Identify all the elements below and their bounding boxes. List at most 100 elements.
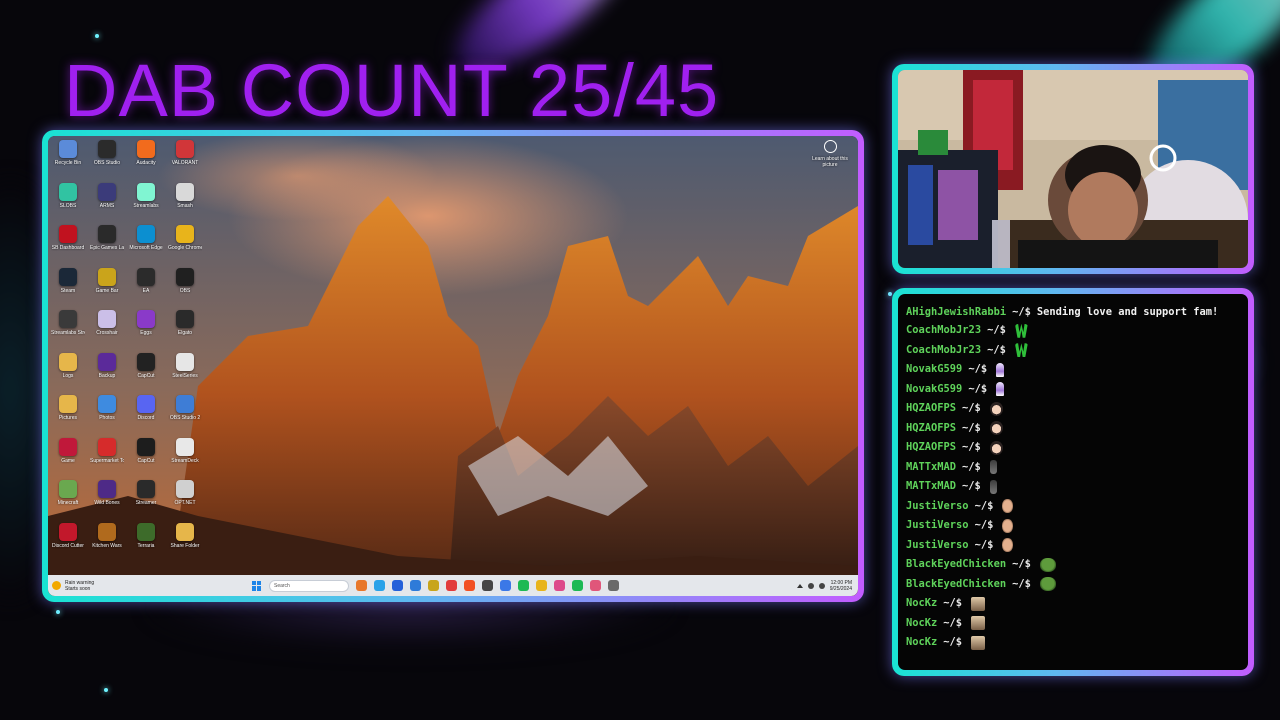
chat-prompt: ~/$: [962, 421, 981, 434]
desktop-icon[interactable]: Steam: [52, 267, 84, 311]
taskbar-app-icon[interactable]: [590, 580, 601, 591]
chat-username[interactable]: HQZAOFPS: [906, 419, 956, 439]
desktop-icon[interactable]: VALORANT: [169, 140, 201, 183]
desktop-icon[interactable]: Discord Cutter: [52, 522, 84, 566]
desktop-icon[interactable]: Audacity: [130, 140, 162, 183]
desktop-icon[interactable]: Recycle Bin: [52, 140, 84, 183]
desktop-icon[interactable]: Minecraft: [52, 480, 84, 523]
weather-widget[interactable]: Rain warning Starts soon: [48, 580, 252, 592]
desktop-icon[interactable]: Epic Games Launcher: [90, 225, 124, 268]
taskbar-app-icon[interactable]: [410, 580, 421, 591]
desktop-icon[interactable]: Photos: [91, 395, 123, 438]
taskbar-clock[interactable]: 12:00 PM 9/25/2024: [830, 580, 852, 592]
chat-message: NocKz ~/$: [906, 633, 1240, 653]
chat-username[interactable]: JustiVerso: [906, 536, 969, 556]
desktop-icon[interactable]: OBS Studio 2: [169, 395, 201, 438]
chat-username[interactable]: AHighJewishRabbi: [906, 306, 1006, 318]
desktop-icon-label: Elgato: [177, 330, 193, 336]
desktop-icon[interactable]: Elgato: [169, 310, 201, 353]
desktop-icon[interactable]: ARMS: [91, 182, 123, 226]
desktop-icon[interactable]: CapCut: [130, 352, 162, 396]
taskbar-app-icon[interactable]: [464, 580, 475, 591]
desktop-icon[interactable]: Share Folder: [169, 522, 201, 566]
desktop-icon[interactable]: SB Dashboard: [52, 225, 84, 268]
desktop-icon[interactable]: Streamlabs: [130, 182, 162, 226]
desktop-icon[interactable]: OBS Studio: [91, 140, 123, 183]
chat-prompt: ~/$: [968, 382, 988, 395]
chat-username[interactable]: JustiVerso: [906, 497, 969, 517]
desktop-icon[interactable]: Streamer: [130, 480, 162, 523]
taskbar-app-icon[interactable]: [428, 580, 439, 591]
chat-username[interactable]: BlackEyedChicken: [906, 555, 1006, 575]
desktop-icon[interactable]: OBS: [169, 267, 201, 311]
taskbar-app-icon[interactable]: [518, 580, 529, 591]
w-emote: [1014, 323, 1028, 338]
network-icon[interactable]: [807, 582, 814, 589]
desktop-icon[interactable]: Game: [52, 437, 84, 481]
chat-username[interactable]: HQZAOFPS: [906, 399, 956, 419]
chat-username[interactable]: NocKz: [906, 614, 937, 634]
chat-message: NocKz ~/$: [906, 614, 1240, 634]
desktop-icon-label: Share Folder: [170, 542, 200, 549]
desktop-icon-label: SLOBS: [59, 202, 77, 209]
desktop-icon[interactable]: OPT.NET: [169, 480, 201, 523]
volume-icon[interactable]: [818, 582, 825, 589]
desktop-icon[interactable]: EA: [130, 267, 162, 311]
wizard-emote: [996, 382, 1005, 397]
chat-username[interactable]: HQZAOFPS: [906, 438, 956, 458]
chat-username[interactable]: NocKz: [906, 633, 937, 653]
steam-icon: [59, 267, 77, 286]
desktop-icon[interactable]: Kitchen Wars: [91, 522, 123, 566]
chat-prompt: ~/$: [968, 363, 988, 375]
desktop-icon[interactable]: Microsoft Edge: [129, 225, 163, 268]
chat-username[interactable]: JustiVerso: [906, 516, 969, 536]
desktop-icon[interactable]: Smash: [169, 182, 201, 226]
chat-username[interactable]: MATTxMAD: [906, 477, 956, 497]
desktop-icon[interactable]: Supermarket Together: [90, 437, 124, 481]
desktop-icon[interactable]: SLOBS: [52, 182, 84, 226]
taskbar-app-icon[interactable]: [500, 580, 511, 591]
desktop-icon[interactable]: Discord: [130, 395, 162, 438]
desktop-icon-grid: Recycle Bin OBS Studio Audacity VALORANT SLO…: [51, 140, 208, 566]
learn-about-picture[interactable]: Learn about this picture: [810, 140, 850, 168]
taskbar-app-icon[interactable]: [536, 580, 547, 591]
taskbar-app-icon[interactable]: [608, 580, 619, 591]
folder-icon: [59, 352, 77, 371]
desktop-icon[interactable]: Pictures: [52, 395, 84, 438]
streamlabs-icon: [137, 182, 155, 201]
desktop-icon[interactable]: Wild Bones: [91, 480, 123, 523]
desktop-icon[interactable]: Backup: [91, 352, 123, 396]
desktop-icon[interactable]: Game Bar: [91, 267, 123, 311]
desktop-icon-label: Wild Bones: [94, 500, 120, 506]
taskbar-app-icon[interactable]: [482, 580, 493, 591]
desktop-icon[interactable]: StreamDeck: [169, 437, 201, 481]
show-hidden-icons[interactable]: [796, 583, 803, 588]
chat-username[interactable]: MATTxMAD: [906, 458, 956, 478]
desktop-icon[interactable]: Google Chrome: [168, 225, 202, 268]
desktop-icon[interactable]: Logs: [52, 352, 84, 396]
desktop-icon[interactable]: Crosshair: [91, 310, 123, 353]
chat-panel: AHighJewishRabbi ~/$ Sending love and supp…: [898, 294, 1248, 670]
chat-username[interactable]: CoachMobJr23: [906, 321, 981, 341]
chat-username[interactable]: NocKz: [906, 594, 937, 614]
taskbar-app-icon[interactable]: [446, 580, 457, 591]
desktop-icon-label: Discord: [137, 415, 155, 421]
desktop-icon[interactable]: Streamlabs Stream: [51, 310, 85, 353]
desktop-icon[interactable]: Eggs: [130, 310, 162, 353]
chat-username[interactable]: CoachMobJr23: [906, 341, 981, 361]
taskbar-app-icon[interactable]: [554, 580, 565, 591]
terraria-icon: [137, 522, 155, 541]
chat-username[interactable]: NovakG599: [906, 360, 962, 380]
taskbar-app-icon[interactable]: [356, 580, 367, 591]
chat-username[interactable]: BlackEyedChicken: [906, 575, 1006, 595]
desktop-icon[interactable]: Terraria: [130, 522, 162, 566]
taskbar-search[interactable]: Search: [269, 579, 349, 592]
taskbar-app-icon[interactable]: [392, 580, 403, 591]
camera-info-icon: [823, 140, 837, 153]
taskbar-app-icon[interactable]: [572, 580, 583, 591]
desktop-icon[interactable]: SteelSeries: [169, 352, 201, 396]
start-button[interactable]: [252, 580, 262, 591]
desktop-icon[interactable]: CapCut: [130, 437, 162, 481]
taskbar-app-icon[interactable]: [374, 580, 385, 591]
chat-username[interactable]: NovakG599: [906, 380, 962, 400]
